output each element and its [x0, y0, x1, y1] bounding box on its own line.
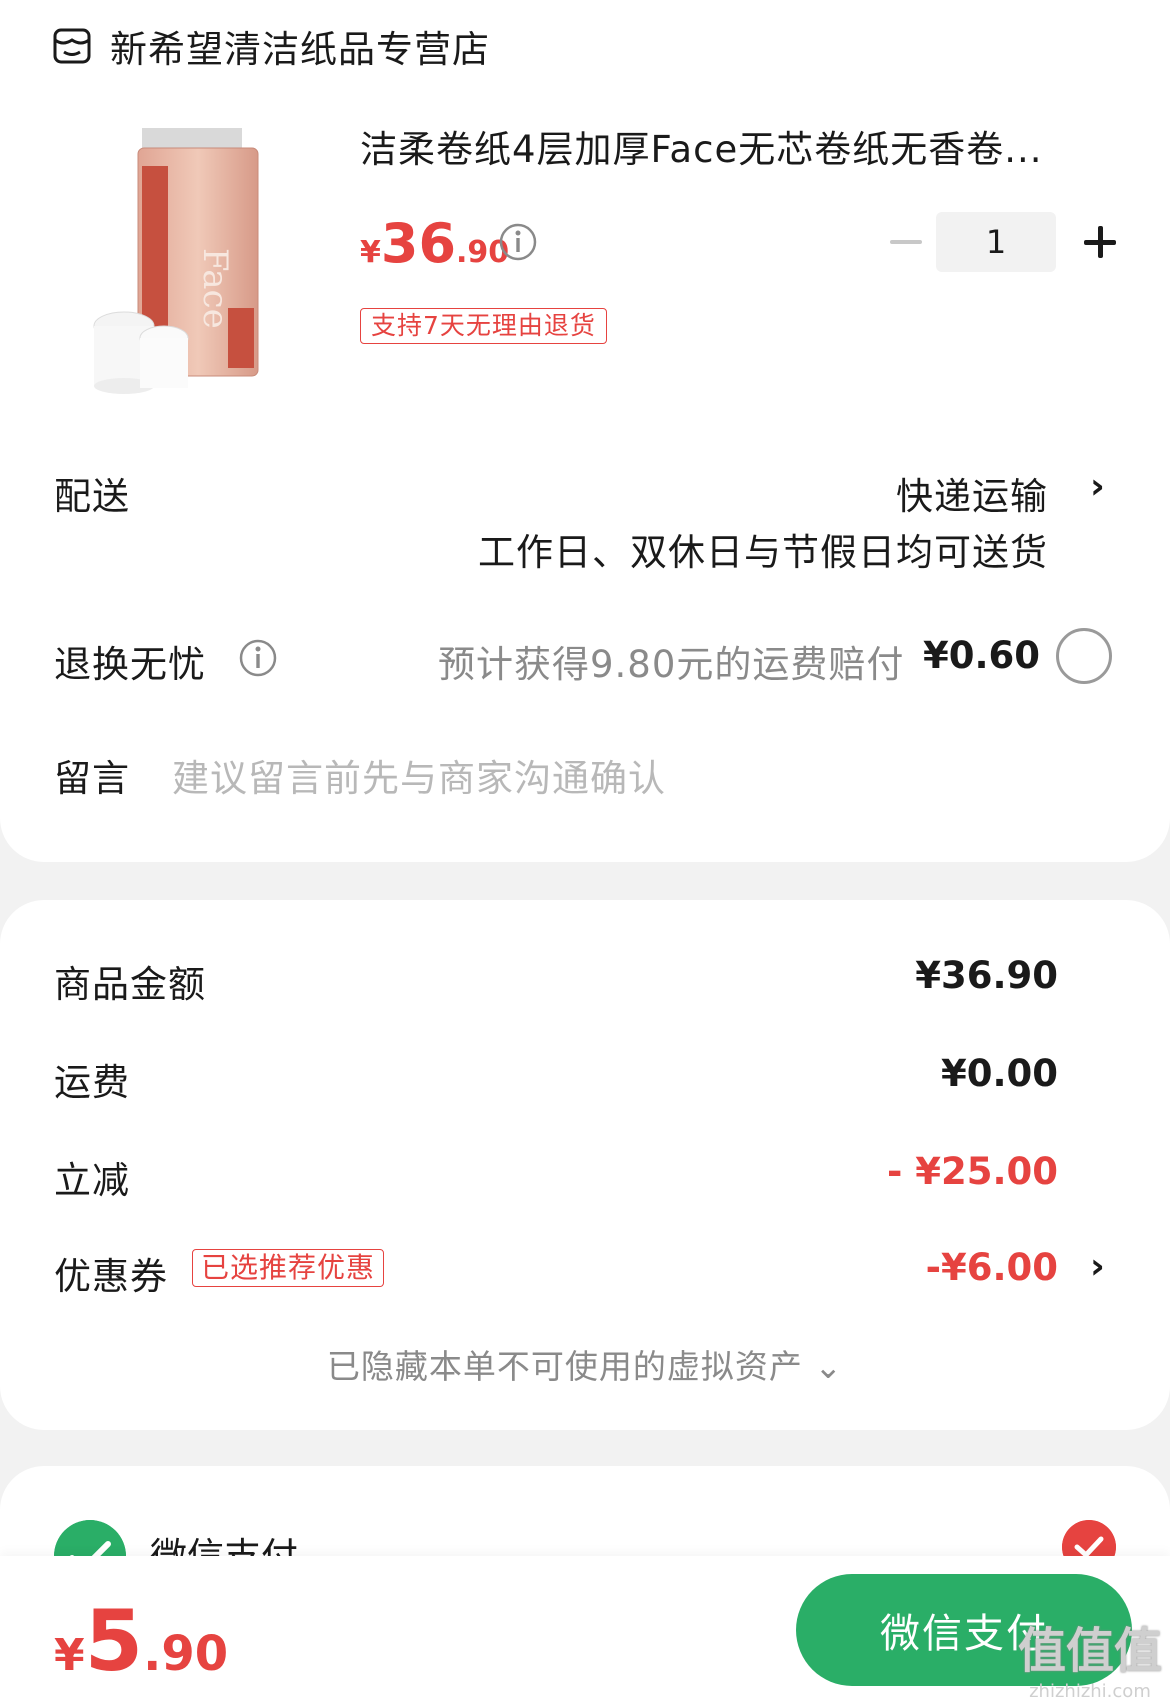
quantity-value[interactable]: 1	[936, 212, 1056, 272]
return-insurance-desc: 预计获得9.80元的运费赔付	[438, 643, 905, 686]
hidden-assets-toggle[interactable]: 已隐藏本单不可使用的虚拟资产 ⌄	[0, 1340, 1170, 1388]
delivery-note: 工作日、双休日与节假日均可送货	[478, 531, 1048, 574]
coupon-chevron-icon[interactable]: ›	[1090, 1246, 1105, 1287]
product-image[interactable]: Face	[54, 128, 284, 396]
return-insurance-label: 退换无忧	[54, 643, 206, 686]
total-price: ¥ 5 .90	[54, 1592, 229, 1690]
checkout-bar: ¥ 5 .90 微信支付 值值值 zhizhizhi.com	[0, 1556, 1170, 1706]
order-card: 新希望清洁纸品专营店 Face 洁柔卷纸4层加厚Face无芯卷纸无香卷... ¥…	[0, 0, 1170, 862]
return-insurance-radio[interactable]	[1056, 628, 1112, 684]
summary-goods-label: 商品金额	[54, 963, 206, 1006]
delivery-method[interactable]: 快递运输	[896, 466, 1048, 520]
return-policy-tag: 支持7天无理由退货	[360, 308, 607, 344]
product-price: ¥ 36 .90	[360, 212, 510, 275]
summary-shipping-label: 运费	[54, 1061, 130, 1104]
return-info-icon[interactable]	[238, 638, 278, 678]
product-title[interactable]: 洁柔卷纸4层加厚Face无芯卷纸无香卷...	[360, 124, 1100, 176]
store-name: 新希望清洁纸品专营店	[110, 28, 490, 71]
summary-coupon-label[interactable]: 优惠券	[54, 1246, 168, 1300]
message-label: 留言	[54, 757, 130, 800]
increase-button[interactable]	[1070, 212, 1130, 272]
price-info-icon[interactable]	[498, 222, 538, 262]
decrease-button[interactable]	[876, 212, 936, 272]
store-row[interactable]: 新希望清洁纸品专营店	[52, 20, 490, 72]
coupon-tag: 已选推荐优惠	[192, 1249, 385, 1287]
quantity-stepper: 1	[876, 212, 1130, 272]
return-insurance-price: ¥0.60	[922, 634, 1040, 677]
summary-goods-value: ¥36.90	[915, 954, 1058, 997]
summary-discount-value: - ¥25.00	[886, 1150, 1058, 1193]
summary-shipping-value: ¥0.00	[940, 1052, 1058, 1095]
summary-discount-label: 立减	[54, 1159, 130, 1202]
delivery-label: 配送	[54, 475, 130, 518]
site-watermark: 值值值 zhizhizhi.com	[1017, 1623, 1162, 1702]
delivery-chevron-icon[interactable]: ›	[1090, 466, 1105, 507]
store-icon	[53, 28, 91, 64]
message-input[interactable]: 建议留言前先与商家沟通确认	[172, 748, 666, 802]
summary-coupon-value[interactable]: -¥6.00	[926, 1246, 1058, 1289]
